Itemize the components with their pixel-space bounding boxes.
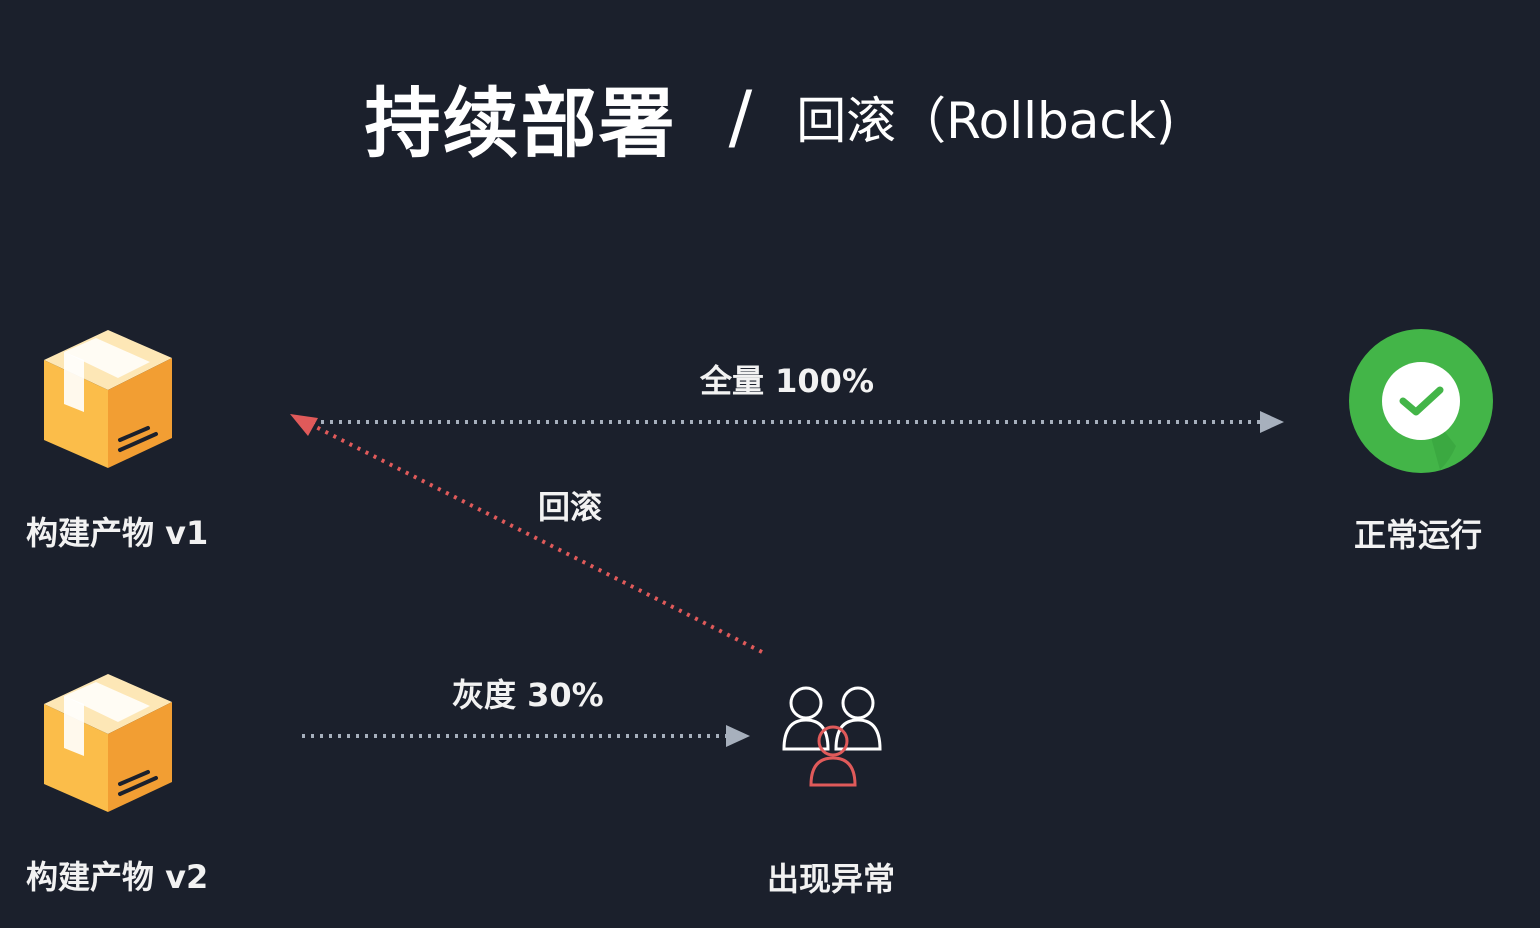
package-box-icon [44,330,172,468]
check-circle-icon [1349,329,1493,473]
artifact-v2-label: 构建产物 v2 [26,858,209,896]
package-box-icon [44,674,172,812]
canary-arrow [302,725,750,747]
full-release-label: 全量 100% [700,362,875,400]
deployment-diagram [44,329,1493,812]
full-release-arrow [312,411,1284,433]
artifact-v1-label: 构建产物 v1 [26,514,209,552]
users-alert-icon [782,686,882,787]
rollback-label: 回滚 [538,488,603,526]
anomaly-label: 出现异常 [767,860,896,898]
canary-label: 灰度 30% [452,676,604,714]
success-label: 正常运行 [1354,516,1483,554]
rollback-arrow [290,414,763,654]
